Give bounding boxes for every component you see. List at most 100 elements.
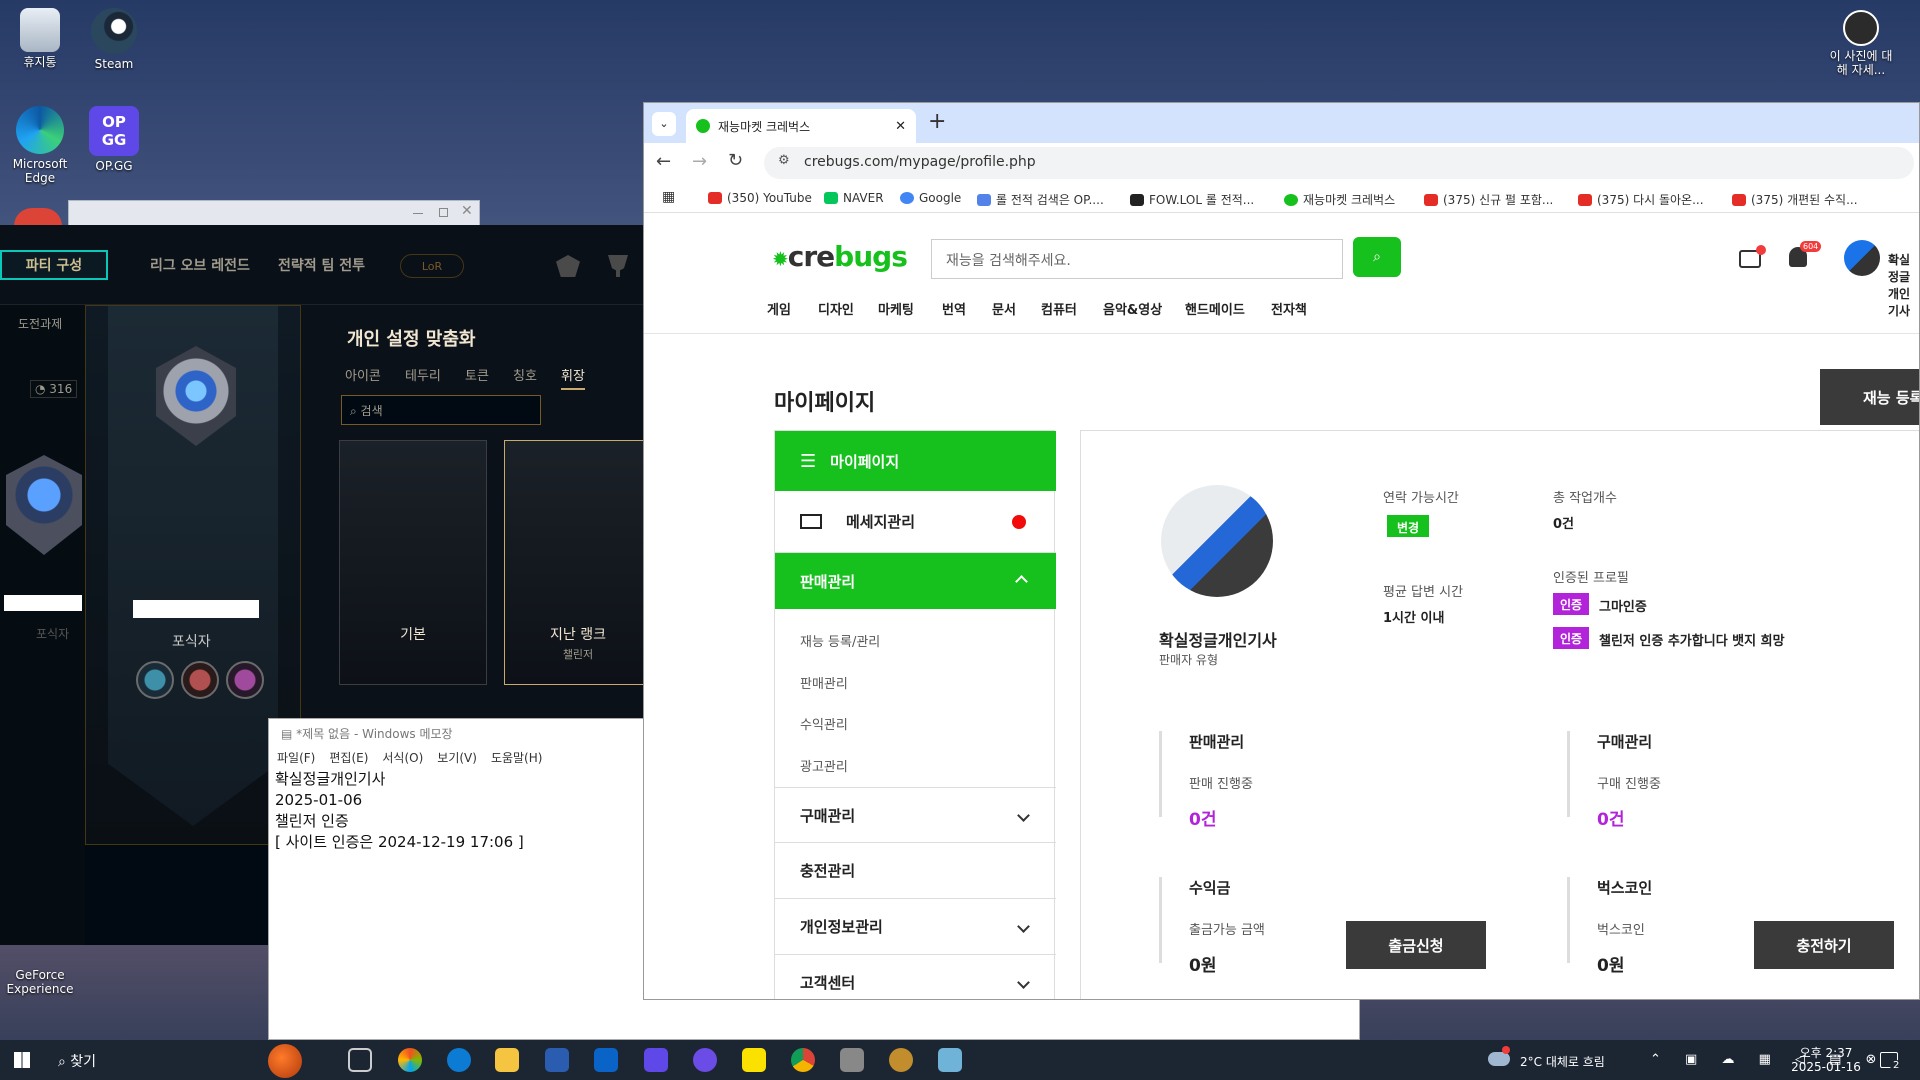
nav-league[interactable]: 리그 오브 레전드 (150, 255, 250, 275)
discord-icon[interactable] (693, 1048, 717, 1072)
chrome-icon[interactable] (791, 1048, 815, 1072)
bookmark-crebugs[interactable]: 재능마켓 크레벅스 (1284, 191, 1395, 208)
chevron-down-icon (1017, 808, 1030, 822)
maximize-icon[interactable] (439, 208, 448, 217)
opgg-icon[interactable] (644, 1048, 668, 1072)
desktop-icon-opgg[interactable]: OP GG OP.GG (74, 106, 154, 173)
menu-file[interactable]: 파일(F) (277, 751, 315, 765)
desktop-icon-edge[interactable]: Microsoft Edge (0, 106, 80, 185)
bookmark-google[interactable]: Google (900, 191, 961, 205)
category-computer[interactable]: 컴퓨터 (1041, 299, 1077, 318)
file-explorer-icon[interactable] (495, 1048, 519, 1072)
store-icon[interactable] (545, 1048, 569, 1072)
avatar[interactable] (1844, 240, 1880, 276)
sidebar-sub-register[interactable]: 재능 등록/관리 (800, 631, 880, 650)
bookmark-naver[interactable]: NAVER (824, 191, 884, 205)
withdraw-button[interactable]: 출금신청 (1346, 921, 1486, 969)
notepad-icon[interactable] (938, 1048, 962, 1072)
kakaotalk-icon[interactable] (742, 1048, 766, 1072)
header-username[interactable]: 확실정글개인기사 (1888, 251, 1919, 319)
banner-option-default[interactable]: 기본 (339, 440, 487, 685)
category-translation[interactable]: 번역 (942, 299, 966, 318)
contact-change-button[interactable]: 변경 (1387, 515, 1430, 537)
category-game[interactable]: 게임 (767, 299, 791, 318)
register-talent-button[interactable]: 재능 등록 (1820, 369, 1919, 425)
reload-icon[interactable]: ↻ (728, 150, 743, 171)
talent-search-input[interactable]: 재능을 검색해주세요. (931, 239, 1343, 279)
tab-banners[interactable]: 휘장 (561, 365, 585, 390)
lor-button[interactable]: LoR (400, 254, 464, 278)
edge-icon[interactable] (447, 1048, 471, 1072)
charge-button[interactable]: 충전하기 (1754, 921, 1894, 969)
desktop-icon-geforce[interactable]: GeForce Experience (0, 968, 80, 996)
sidebar-item-mypage[interactable]: ☰ 마이페이지 (775, 431, 1056, 491)
weather-icon[interactable] (1488, 1052, 1510, 1066)
desktop-spotlight[interactable]: 이 사진에 대해 자세... (1816, 10, 1906, 77)
forward-icon[interactable]: → (692, 151, 707, 172)
clock[interactable]: 오후 2:37 2025-01-16 (1786, 1046, 1866, 1074)
token-2-icon[interactable] (181, 661, 219, 699)
calculator-icon[interactable] (840, 1048, 864, 1072)
bookmark-yt-2[interactable]: (375) 신규 펄 포함... (1424, 191, 1553, 208)
bookmark-yt-3[interactable]: (375) 다시 돌아온... (1578, 191, 1704, 208)
category-music-video[interactable]: 음악&영상 (1103, 299, 1162, 318)
sidebar-item-charge[interactable]: 충전관리 (775, 843, 1056, 899)
token-3-icon[interactable] (226, 661, 264, 699)
sidebar-item-support[interactable]: 고객센터 (775, 955, 1056, 999)
crest-icon[interactable] (556, 255, 580, 277)
menu-help[interactable]: 도움말(H) (491, 751, 543, 765)
token-1-icon[interactable] (136, 661, 174, 699)
bookmark-yt-4[interactable]: (375) 개편된 수직... (1732, 191, 1858, 208)
category-handmade[interactable]: 핸드메이드 (1185, 299, 1245, 318)
weather-text[interactable]: 2°C 대체로 흐림 (1520, 1053, 1605, 1070)
search-button[interactable]: ⌕ (1353, 237, 1401, 277)
category-marketing[interactable]: 마케팅 (878, 299, 914, 318)
tab-icons[interactable]: 아이콘 (345, 365, 381, 384)
tab-tokens[interactable]: 토큰 (465, 365, 489, 384)
challenge-count: ◔ 316 (30, 380, 78, 398)
sidebar-sub-sales[interactable]: 판매관리 (800, 673, 848, 692)
crebugs-logo[interactable]: ✹crebugs (772, 240, 908, 273)
desktop-icon-steam[interactable]: Steam (74, 8, 154, 71)
taskbar-search[interactable]: ⌕ 찾기 (48, 1040, 302, 1080)
url-input[interactable]: ⚙ crebugs.com/mypage/profile.php (764, 147, 1914, 179)
bookmark-fowlol[interactable]: FOW.LOL 롤 전적... (1130, 191, 1254, 208)
party-button[interactable]: 파티 구성 (0, 250, 108, 280)
nav-tft[interactable]: 전략적 팀 전투 (278, 255, 365, 275)
browser-tab[interactable]: 재능마켓 크레벅스 ✕ (686, 109, 916, 143)
category-design[interactable]: 디자인 (818, 299, 854, 318)
sidebar-item-purchase[interactable]: 구매관리 (775, 787, 1056, 843)
clock-date: 2025-01-16 (1791, 1060, 1861, 1074)
close-icon[interactable]: ✕ (461, 203, 473, 219)
tab-borders[interactable]: 테두리 (405, 365, 441, 384)
windows-start-icon[interactable] (14, 1052, 30, 1068)
banner-search-input[interactable]: ⌕ 검색 (341, 395, 541, 425)
menu-view[interactable]: 보기(V) (437, 751, 477, 765)
league-client-icon[interactable] (889, 1048, 913, 1072)
trophy-icon[interactable] (608, 255, 628, 277)
banner-option-last-rank[interactable]: 지난 랭크 챌린저 (504, 440, 645, 685)
sidebar-item-messages[interactable]: 메세지관리 (775, 491, 1056, 553)
desktop-icon-recycle-bin[interactable]: 휴지통 (0, 8, 80, 69)
sidebar-item-privacy[interactable]: 개인정보관리 (775, 899, 1056, 955)
sidebar-sub-ads[interactable]: 광고관리 (800, 756, 848, 775)
sidebar-sub-earnings[interactable]: 수익관리 (800, 714, 848, 733)
apps-grid-icon[interactable]: ▦ (662, 189, 675, 205)
task-view-icon[interactable] (348, 1048, 372, 1072)
minimize-icon[interactable] (413, 213, 423, 214)
menu-format[interactable]: 서식(O) (382, 751, 423, 765)
category-ebook[interactable]: 전자책 (1271, 299, 1307, 318)
site-info-icon[interactable]: ⚙ (778, 153, 790, 168)
menu-edit[interactable]: 편집(E) (329, 751, 368, 765)
tab-search-icon[interactable]: ⌄ (652, 112, 676, 136)
tab-close-icon[interactable]: ✕ (895, 119, 906, 134)
copilot-icon[interactable] (398, 1048, 422, 1072)
category-document[interactable]: 문서 (992, 299, 1016, 318)
tab-titles[interactable]: 칭호 (513, 365, 537, 384)
bookmark-youtube[interactable]: (350) YouTube (708, 191, 812, 205)
new-tab-icon[interactable]: + (928, 109, 946, 134)
outlook-icon[interactable] (594, 1048, 618, 1072)
bookmark-opgg[interactable]: 롤 전적 검색은 OP.... (977, 191, 1104, 208)
sidebar-item-sales[interactable]: 판매관리 (775, 553, 1056, 609)
back-icon[interactable]: ← (656, 151, 671, 172)
